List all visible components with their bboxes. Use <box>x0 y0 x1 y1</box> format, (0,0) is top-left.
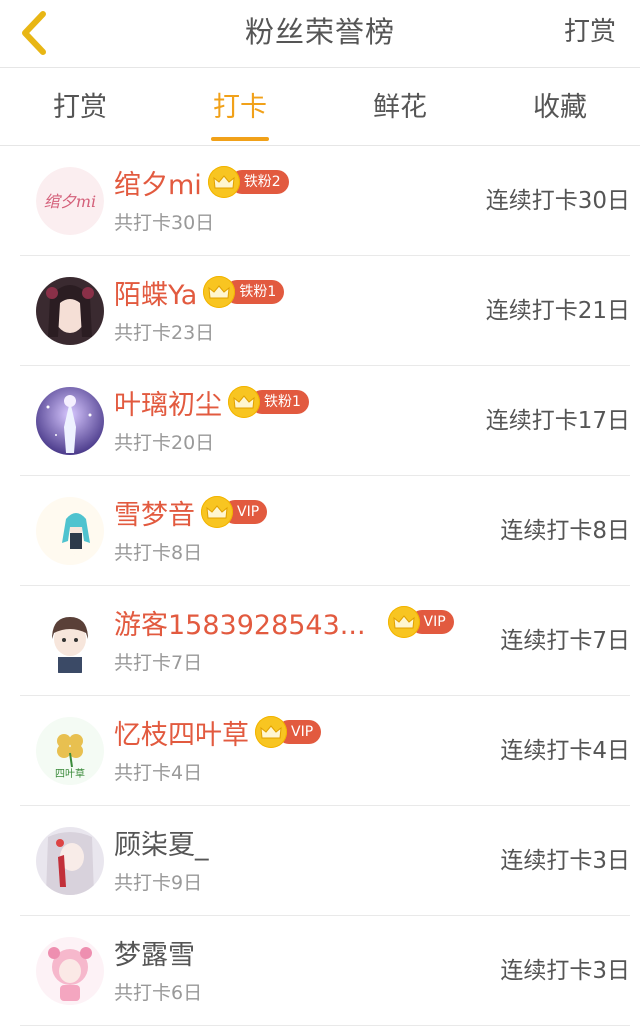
crown-icon <box>387 606 420 638</box>
top-bar: 粉丝荣誉榜 打赏 <box>0 0 640 68</box>
avatar[interactable]: 四叶草 <box>36 717 104 785</box>
fan-name[interactable]: 顾柒夏_ <box>114 823 209 862</box>
svg-text:四叶草: 四叶草 <box>55 768 85 780</box>
fan-level-badge: 铁粉2 <box>207 166 289 198</box>
streak-days: 连续打卡17日 <box>485 408 630 434</box>
tab-checkin[interactable]: 打卡 <box>160 69 320 145</box>
fan-row[interactable]: 顾柒夏_ 共打卡9日 连续打卡3日 <box>20 806 630 916</box>
total-checkin: 共打卡4日 <box>114 762 203 784</box>
fan-list: 绾夕mi 绾夕mi 铁粉2 共打卡30日 连续打卡30日 陌蝶Ya 铁粉1 共打… <box>0 146 640 1026</box>
total-checkin: 共打卡6日 <box>114 982 203 1004</box>
fan-name[interactable]: 叶璃初尘 <box>114 383 222 422</box>
fan-row[interactable]: 梦露雪 共打卡6日 连续打卡3日 <box>20 916 630 1026</box>
avatar[interactable] <box>36 387 104 455</box>
fan-name[interactable]: 绾夕mi <box>114 163 202 202</box>
svg-text:绾夕mi: 绾夕mi <box>44 192 96 211</box>
streak-days: 连续打卡30日 <box>485 188 630 214</box>
crown-icon <box>201 496 233 528</box>
tab-tip[interactable]: 打赏 <box>0 69 160 145</box>
avatar[interactable] <box>36 827 104 895</box>
avatar[interactable] <box>36 497 104 565</box>
vip-badge: VIP <box>387 606 454 638</box>
streak-days: 连续打卡4日 <box>500 738 630 764</box>
streak-days: 连续打卡7日 <box>500 628 630 654</box>
crown-icon <box>203 276 236 308</box>
fan-name[interactable]: 梦露雪 <box>114 933 195 972</box>
total-checkin: 共打卡9日 <box>114 872 203 894</box>
avatar[interactable] <box>36 277 104 345</box>
fan-name[interactable]: 忆枝四叶草 <box>114 713 249 752</box>
streak-days: 连续打卡3日 <box>500 958 630 984</box>
fan-level-badge: 铁粉1 <box>228 386 309 418</box>
avatar[interactable] <box>36 607 104 675</box>
tab-favorites[interactable]: 收藏 <box>480 69 640 145</box>
streak-days: 连续打卡21日 <box>485 298 630 324</box>
crown-icon <box>228 386 260 418</box>
page-title: 粉丝荣誉榜 <box>244 15 395 49</box>
total-checkin: 共打卡7日 <box>114 652 203 674</box>
fan-level-badge: 铁粉1 <box>203 276 285 308</box>
crown-icon <box>207 166 240 198</box>
fan-row[interactable]: 雪梦音 VIP 共打卡8日 连续打卡8日 <box>20 476 630 586</box>
avatar[interactable] <box>36 937 104 1005</box>
fan-row[interactable]: 游客1583928543... VIP 共打卡7日 连续打卡7日 <box>20 586 630 696</box>
vip-badge: VIP <box>255 716 322 748</box>
fan-name[interactable]: 游客1583928543... <box>114 603 366 642</box>
total-checkin: 共打卡30日 <box>114 212 215 234</box>
tab-bar: 打赏 打卡 鲜花 收藏 <box>0 69 640 146</box>
fan-name[interactable]: 雪梦音 <box>114 493 195 532</box>
fan-row[interactable]: 绾夕mi 绾夕mi 铁粉2 共打卡30日 连续打卡30日 <box>20 146 630 256</box>
total-checkin: 共打卡8日 <box>114 542 203 564</box>
total-checkin: 共打卡23日 <box>114 322 215 344</box>
tip-button[interactable]: 打赏 <box>564 0 616 68</box>
fan-name[interactable]: 陌蝶Ya <box>114 273 197 312</box>
avatar[interactable]: 绾夕mi <box>36 167 104 235</box>
total-checkin: 共打卡20日 <box>114 432 215 454</box>
vip-badge: VIP <box>201 496 268 528</box>
crown-icon <box>255 716 287 748</box>
fan-row[interactable]: 叶璃初尘 铁粉1 共打卡20日 连续打卡17日 <box>20 366 630 476</box>
tab-flowers[interactable]: 鲜花 <box>320 69 480 145</box>
fan-row[interactable]: 陌蝶Ya 铁粉1 共打卡23日 连续打卡21日 <box>20 256 630 366</box>
fan-row[interactable]: 四叶草 忆枝四叶草 VIP 共打卡4日 连续打卡4日 <box>20 696 630 806</box>
streak-days: 连续打卡8日 <box>500 518 630 544</box>
streak-days: 连续打卡3日 <box>500 848 630 874</box>
